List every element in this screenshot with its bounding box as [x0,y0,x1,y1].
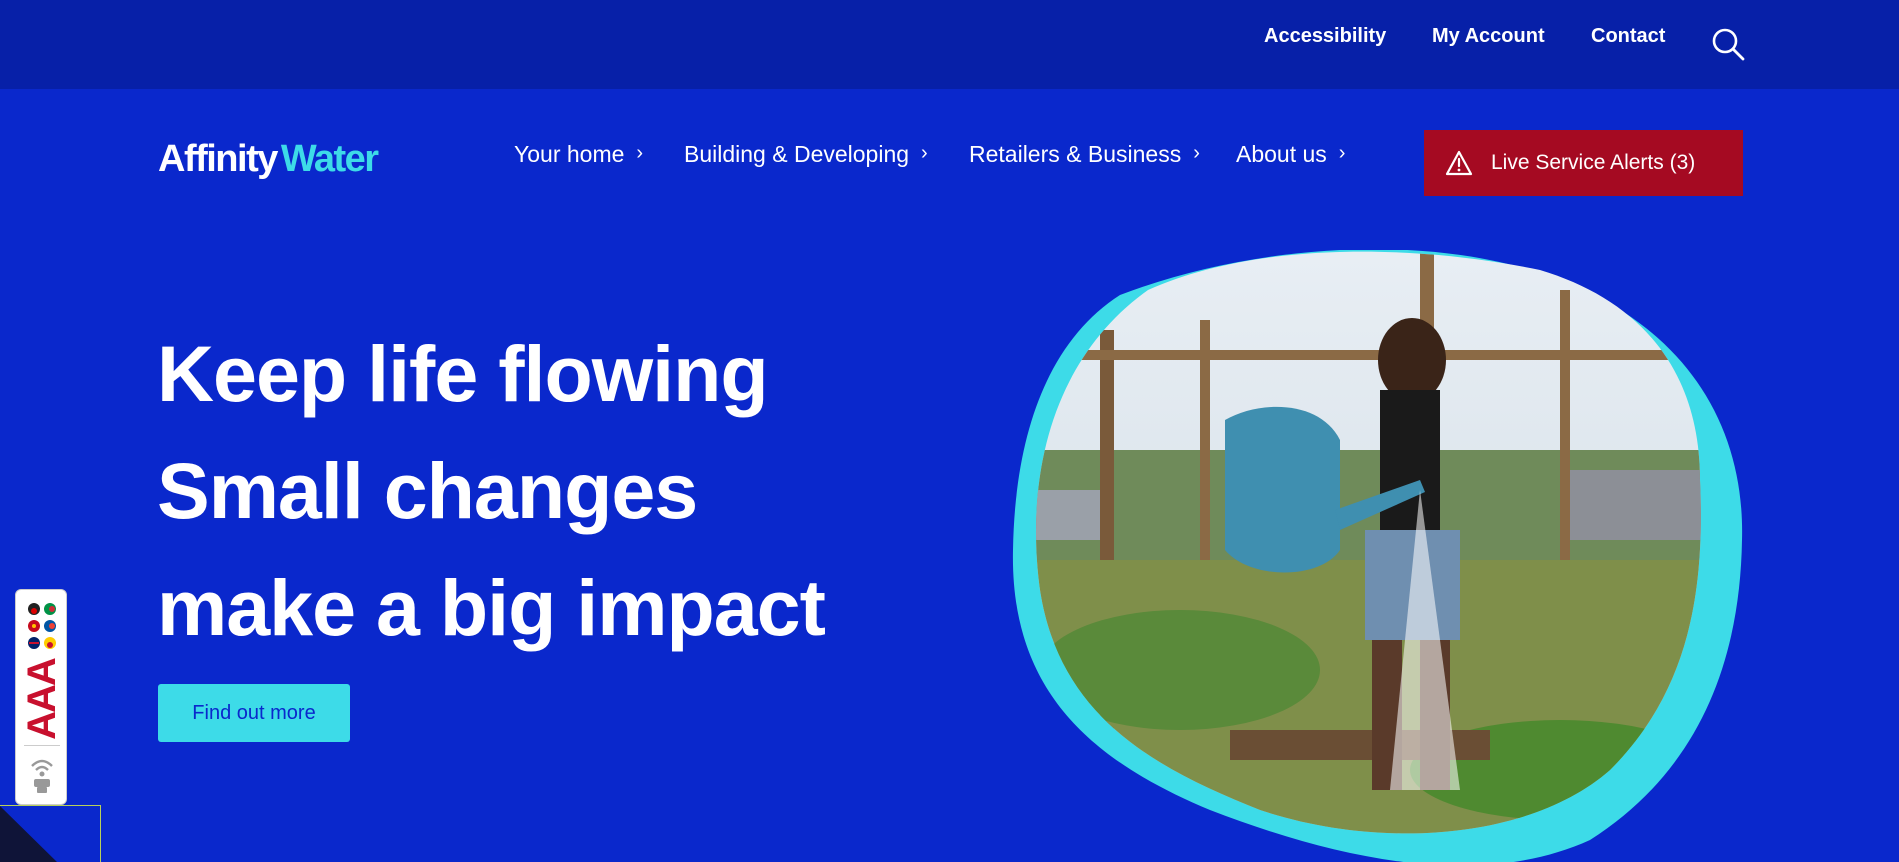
search-button[interactable] [1710,26,1746,62]
speaker-icon[interactable] [26,752,58,796]
search-icon [1712,28,1745,61]
text-size-label: AAA [19,658,64,740]
contact-link[interactable]: Contact [1591,25,1665,48]
utility-bar: Accessibility My Account Contact [0,0,1899,89]
hero-photo [1012,250,1743,862]
nav-item-label: Your home [514,141,625,167]
hero-line-2: Small changes [157,446,698,535]
affinity-water-logo[interactable]: Affinity Water [158,138,379,181]
nav-item-label: Retailers & Business [969,141,1182,167]
widget-divider [24,745,60,746]
find-out-more-button[interactable]: Find out more [158,684,350,742]
chevron-right-icon: › [1338,142,1346,164]
live-service-alerts-button[interactable]: Live Service Alerts (3) [1424,130,1743,196]
alert-button-label: Live Service Alerts (3) [1491,151,1696,174]
hero-line-3: make a big impact [157,563,826,652]
accessibility-widget[interactable]: AAA [15,589,67,805]
nav-item-retailers-business[interactable]: Retailers & Business › [969,141,1200,168]
hero-line-1: Keep life flowing [157,329,769,418]
accessibility-link[interactable]: Accessibility [1264,25,1386,48]
nav-item-building-developing[interactable]: Building & Developing › [684,141,928,168]
nav-item-your-home[interactable]: Your home › [514,141,643,168]
text-size-icon[interactable]: AAA [20,659,64,740]
nav-item-label: About us [1236,141,1327,167]
warning-triangle-icon [1445,150,1473,176]
logo-word-water: Water [280,138,379,180]
chevron-right-icon: › [636,142,644,164]
nav-item-label: Building & Developing [684,141,910,167]
chevron-right-icon: › [1193,142,1200,164]
chevron-right-icon: › [921,142,928,164]
nav-item-about-us[interactable]: About us › [1236,141,1345,168]
corner-graphic [0,805,101,862]
my-account-link[interactable]: My Account [1432,25,1545,48]
corner-triangle-graphic [0,806,57,862]
language-flags-icon[interactable] [26,602,58,652]
logo-word-affinity: Affinity [158,138,278,180]
